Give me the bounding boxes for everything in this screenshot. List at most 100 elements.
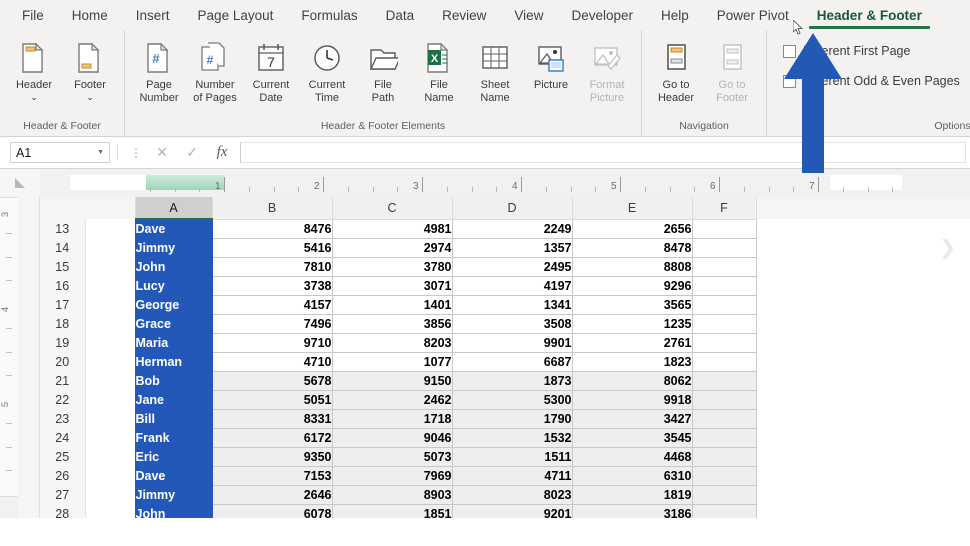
- cell-E21[interactable]: 8062: [571, 370, 693, 391]
- cell-A13[interactable]: Dave: [134, 218, 213, 239]
- cell-D27[interactable]: 8023: [451, 484, 573, 505]
- cell-C27[interactable]: 8903: [331, 484, 453, 505]
- cell-C17[interactable]: 1401: [331, 294, 453, 315]
- insert-function-icon[interactable]: fx: [207, 144, 237, 161]
- row-header-13[interactable]: 13: [40, 219, 86, 238]
- ribbon-button-go-to-header[interactable]: Go to Header: [648, 36, 704, 106]
- cancel-icon[interactable]: ✕: [147, 144, 177, 161]
- cell-F19[interactable]: [691, 332, 757, 353]
- cell-F22[interactable]: [691, 389, 757, 410]
- cell-F23[interactable]: [691, 408, 757, 429]
- cell-B27[interactable]: 2646: [211, 484, 333, 505]
- cell-B24[interactable]: 6172: [211, 427, 333, 448]
- cell-D17[interactable]: 1341: [451, 294, 573, 315]
- cell-E14[interactable]: 8478: [571, 237, 693, 258]
- checkbox-row-different-first-page[interactable]: Different First Page: [783, 44, 960, 58]
- ribbon-button-file-path[interactable]: File Path: [355, 36, 411, 106]
- ribbon-tab-header-footer[interactable]: Header & Footer: [803, 6, 936, 30]
- scroll-right-chevron-icon[interactable]: ❯: [939, 235, 956, 259]
- cell-C24[interactable]: 9046: [331, 427, 453, 448]
- row-header-27[interactable]: 27: [40, 485, 86, 504]
- cell-D26[interactable]: 4711: [451, 465, 573, 486]
- cell-B23[interactable]: 8331: [211, 408, 333, 429]
- name-box[interactable]: A1 ▼: [10, 142, 110, 163]
- cell-C26[interactable]: 7969: [331, 465, 453, 486]
- cell-E24[interactable]: 3545: [571, 427, 693, 448]
- checkbox-row-different-odd-even-pages[interactable]: Different Odd & Even Pages: [783, 74, 960, 88]
- cell-F25[interactable]: [691, 446, 757, 467]
- row-header-15[interactable]: 15: [40, 257, 86, 276]
- cell-E20[interactable]: 1823: [571, 351, 693, 372]
- ribbon-tab-page-layout[interactable]: Page Layout: [184, 6, 288, 30]
- cell-A25[interactable]: Eric: [134, 446, 213, 467]
- ribbon-tab-file[interactable]: File: [8, 6, 58, 30]
- row-header-22[interactable]: 22: [40, 390, 86, 409]
- cell-F16[interactable]: [691, 275, 757, 296]
- cell-A27[interactable]: Jimmy: [134, 484, 213, 505]
- ribbon-tab-power-pivot[interactable]: Power Pivot: [703, 6, 803, 30]
- cell-F18[interactable]: [691, 313, 757, 334]
- cell-E17[interactable]: 3565: [571, 294, 693, 315]
- cell-B15[interactable]: 7810: [211, 256, 333, 277]
- cell-C16[interactable]: 3071: [331, 275, 453, 296]
- row-header-28[interactable]: 28: [40, 504, 86, 518]
- row-header-23[interactable]: 23: [40, 409, 86, 428]
- cell-A24[interactable]: Frank: [134, 427, 213, 448]
- row-header-16[interactable]: 16: [40, 276, 86, 295]
- cell-E19[interactable]: 2761: [571, 332, 693, 353]
- confirm-check-icon[interactable]: ✓: [177, 144, 207, 161]
- cell-D24[interactable]: 1532: [451, 427, 573, 448]
- cell-C15[interactable]: 3780: [331, 256, 453, 277]
- cell-E18[interactable]: 1235: [571, 313, 693, 334]
- cell-B22[interactable]: 5051: [211, 389, 333, 410]
- cell-B26[interactable]: 7153: [211, 465, 333, 486]
- cell-E16[interactable]: 9296: [571, 275, 693, 296]
- column-header-E[interactable]: E: [571, 197, 693, 220]
- ribbon-tab-review[interactable]: Review: [428, 6, 500, 30]
- cell-A22[interactable]: Jane: [134, 389, 213, 410]
- cell-B25[interactable]: 9350: [211, 446, 333, 467]
- cell-E25[interactable]: 4468: [571, 446, 693, 467]
- ribbon-tab-home[interactable]: Home: [58, 6, 122, 30]
- ribbon-button-footer[interactable]: Footer ⌄: [62, 36, 118, 103]
- cell-B20[interactable]: 4710: [211, 351, 333, 372]
- column-header-F[interactable]: F: [691, 197, 757, 220]
- row-header-26[interactable]: 26: [40, 466, 86, 485]
- cell-B18[interactable]: 7496: [211, 313, 333, 334]
- cell-F15[interactable]: [691, 256, 757, 277]
- cell-C23[interactable]: 1718: [331, 408, 453, 429]
- cell-A16[interactable]: Lucy: [134, 275, 213, 296]
- cell-F14[interactable]: [691, 237, 757, 258]
- ruler-track[interactable]: 1 2 3 4 5 6 7: [40, 169, 970, 197]
- cell-B28[interactable]: 6078: [211, 503, 333, 518]
- cell-D14[interactable]: 1357: [451, 237, 573, 258]
- ribbon-tab-developer[interactable]: Developer: [557, 6, 647, 30]
- cell-F27[interactable]: [691, 484, 757, 505]
- cell-D18[interactable]: 3508: [451, 313, 573, 334]
- cell-D16[interactable]: 4197: [451, 275, 573, 296]
- cell-D21[interactable]: 1873: [451, 370, 573, 391]
- row-header-17[interactable]: 17: [40, 295, 86, 314]
- cell-B16[interactable]: 3738: [211, 275, 333, 296]
- cell-C14[interactable]: 2974: [331, 237, 453, 258]
- cell-F17[interactable]: [691, 294, 757, 315]
- cell-A21[interactable]: Bob: [134, 370, 213, 391]
- cell-D23[interactable]: 1790: [451, 408, 573, 429]
- ribbon-button-sheet-name[interactable]: Sheet Name: [467, 36, 523, 106]
- sheet-corner[interactable]: [0, 169, 40, 197]
- cell-E27[interactable]: 1819: [571, 484, 693, 505]
- cell-A17[interactable]: George: [134, 294, 213, 315]
- ribbon-tab-insert[interactable]: Insert: [122, 6, 184, 30]
- ribbon-tab-data[interactable]: Data: [372, 6, 429, 30]
- cell-C25[interactable]: 5073: [331, 446, 453, 467]
- cell-A15[interactable]: John: [134, 256, 213, 277]
- cell-A18[interactable]: Grace: [134, 313, 213, 334]
- cell-A20[interactable]: Herman: [134, 351, 213, 372]
- cell-C19[interactable]: 8203: [331, 332, 453, 353]
- row-header-20[interactable]: 20: [40, 352, 86, 371]
- ribbon-button-page-number[interactable]: # Page Number: [131, 36, 187, 106]
- formula-bar-handle[interactable]: ⋮: [130, 146, 142, 160]
- column-header-C[interactable]: C: [331, 197, 453, 220]
- column-header-D[interactable]: D: [451, 197, 573, 220]
- column-header-A[interactable]: A: [134, 197, 213, 220]
